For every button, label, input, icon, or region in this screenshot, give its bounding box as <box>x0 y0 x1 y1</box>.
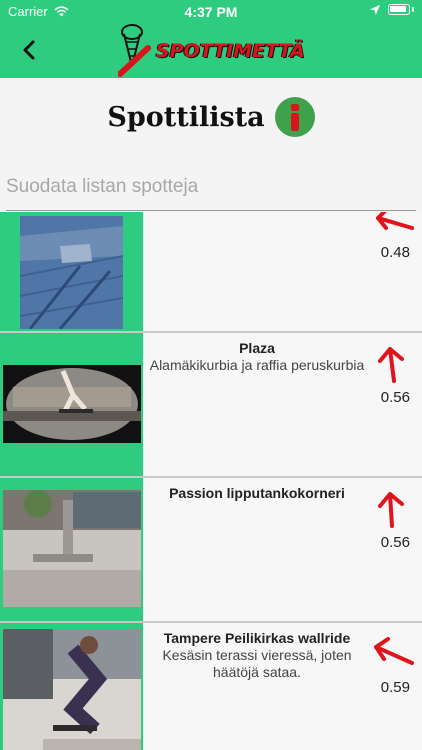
direction-arrow-icon <box>378 347 404 383</box>
spot-distance: 0.56 <box>380 534 410 551</box>
status-time: 4:37 PM <box>184 4 238 20</box>
spot-distance: 0.48 <box>380 244 410 261</box>
spot-row[interactable]: 0.48 <box>0 212 422 333</box>
skateboard-logo-icon <box>118 24 151 77</box>
chevron-left-icon <box>23 40 35 60</box>
spot-list[interactable]: 0.48 Plaza Alamäkikurbia ja raffia perus… <box>0 212 422 750</box>
app-logo: SPOTTIMETTÄ <box>118 22 305 78</box>
spot-thumbnail-image <box>3 629 141 750</box>
status-indicators <box>370 4 414 15</box>
location-arrow-icon <box>370 4 380 15</box>
spot-description: Alamäkikurbia ja raffia peruskurbia <box>149 357 365 373</box>
status-bar: Carrier 4:37 PM <box>0 0 422 22</box>
spot-thumbnail-image <box>3 490 141 607</box>
spot-thumbnail-frame <box>0 623 143 750</box>
spot-description: Kesäsin terassi vieressä, joten häätöjä … <box>162 647 352 680</box>
logo-text: SPOTTIMETTÄ <box>156 40 305 62</box>
spot-body: Passion lipputankokorneri <box>148 484 366 502</box>
spot-thumbnail-image <box>3 365 141 443</box>
spot-distance: 0.56 <box>380 389 410 406</box>
info-icon-bar <box>290 113 299 131</box>
title-row: Spottilista <box>0 92 422 142</box>
spot-thumbnail-frame <box>0 478 143 621</box>
search-underline <box>6 210 416 211</box>
spot-name: Plaza <box>239 340 275 356</box>
app-screen: Carrier 4:37 PM SPOTTIMETTÄ Spottilista … <box>0 0 422 750</box>
spot-row[interactable]: Passion lipputankokorneri 0.56 <box>0 478 422 623</box>
spot-body: Tampere Peilikirkas wallride Kesäsin ter… <box>148 629 366 681</box>
search-input[interactable] <box>6 170 416 204</box>
battery-icon <box>388 4 410 15</box>
page-title: Spottilista <box>107 101 265 133</box>
info-icon-dot <box>290 104 299 111</box>
spot-name: Tampere Peilikirkas wallride <box>163 630 351 646</box>
spot-name: Passion lipputankokorneri <box>169 485 345 501</box>
info-icon[interactable] <box>274 97 315 137</box>
spot-body: Plaza Alamäkikurbia ja raffia peruskurbi… <box>148 339 366 374</box>
spot-row[interactable]: Plaza Alamäkikurbia ja raffia peruskurbi… <box>0 333 422 478</box>
spot-thumbnail-frame <box>0 333 143 476</box>
spot-row[interactable]: Tampere Peilikirkas wallride Kesäsin ter… <box>0 623 422 750</box>
battery-tip <box>412 7 414 12</box>
spot-thumbnail-frame <box>0 212 143 331</box>
spot-distance: 0.59 <box>380 679 410 696</box>
direction-arrow-icon <box>378 492 404 528</box>
direction-arrow-icon <box>374 637 414 665</box>
header-bar: Carrier 4:37 PM SPOTTIMETTÄ <box>0 0 422 78</box>
direction-arrow-icon <box>376 212 414 230</box>
back-button[interactable] <box>14 34 46 66</box>
spot-thumbnail-image <box>20 216 123 329</box>
